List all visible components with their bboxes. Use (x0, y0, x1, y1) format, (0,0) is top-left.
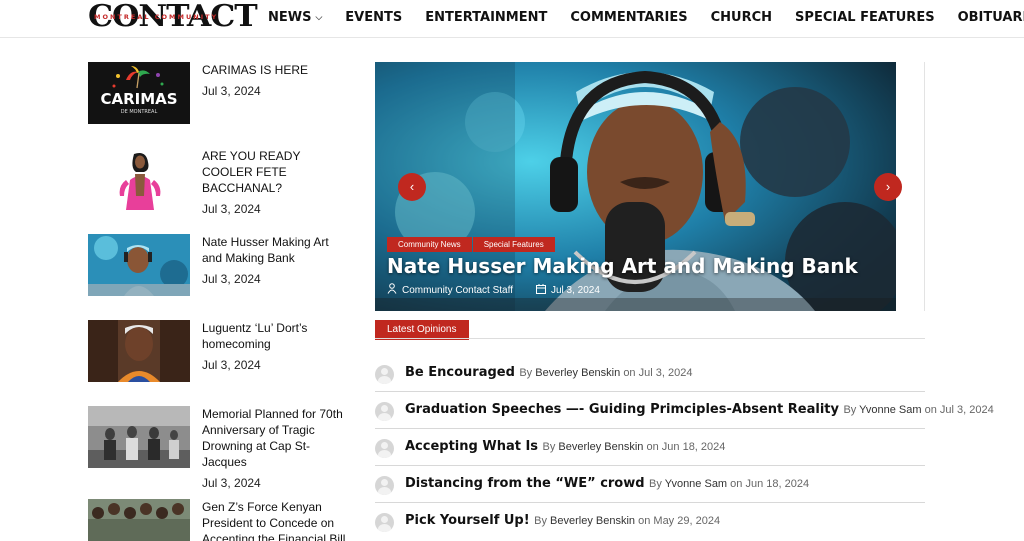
woman-pink-jacket-image (88, 148, 190, 210)
hero-title[interactable]: Nate Husser Making Art and Making Bank (387, 254, 858, 278)
kenya-protest-thumb-image (88, 499, 190, 541)
nav-special-features[interactable]: SPECIAL FEATURES (795, 9, 935, 27)
opinion-text: Accepting What Is By Beverley Benskin on… (405, 437, 725, 455)
article-date: Jul 3, 2024 (202, 202, 261, 216)
logo-tagline: MONTREAL COMMUNITY (94, 13, 219, 21)
nav-church[interactable]: CHURCH (711, 9, 772, 27)
article-title[interactable]: Gen Z’s Force Kenyan President to Conced… (202, 499, 352, 541)
avatar-icon (375, 513, 394, 532)
article-date: Jul 3, 2024 (202, 476, 261, 490)
latest-opinions-label: Latest Opinions (375, 320, 469, 340)
opinion-author[interactable]: Yvonne Sam (665, 478, 727, 490)
opinion-title[interactable]: Accepting What Is (405, 439, 538, 454)
article-text: Gen Z’s Force Kenyan President to Conced… (202, 499, 352, 541)
nav-commentaries[interactable]: COMMENTARIES (570, 9, 687, 27)
hero-meta: Community Contact Staff Jul 3, 2024 (387, 283, 600, 297)
opinion-text: Be Encouraged By Beverley Benskin on Jul… (405, 363, 692, 381)
lu-dort-thumb-image (88, 320, 190, 382)
thumb-logo-text: CARIMAS (100, 90, 177, 108)
section-divider (375, 338, 925, 339)
opinion-row[interactable]: Accepting What Is By Beverley Benskin on… (375, 429, 925, 466)
site-header: CONTACT MONTREAL COMMUNITY NEWS ⌵ EVENTS … (0, 0, 1024, 38)
avatar-icon (375, 439, 394, 458)
opinion-text: Pick Yourself Up! By Beverley Benskin on… (405, 511, 720, 529)
thumb-logo-subtext: DE MONTREAL (121, 109, 158, 115)
opinion-meta: By Beverley Benskin on Jun 18, 2024 (542, 441, 726, 453)
article-text: ARE YOU READY COOLER FETE BACCHANAL? Jul… (202, 148, 352, 216)
article-thumbnail[interactable] (88, 320, 190, 382)
article-title[interactable]: Nate Husser Making Art and Making Bank (202, 234, 352, 266)
article-thumbnail[interactable] (88, 499, 190, 541)
opinion-date: Jun 18, 2024 (745, 478, 810, 490)
opinion-row[interactable]: Pick Yourself Up! By Beverley Benskin on… (375, 503, 925, 540)
opinion-row[interactable]: Be Encouraged By Beverley Benskin on Jul… (375, 355, 925, 392)
nav-obituaries[interactable]: OBITUARIES (958, 9, 1024, 27)
site-logo[interactable]: CONTACT MONTREAL COMMUNITY (88, 0, 258, 34)
opinion-meta: By Yvonne Sam on Jun 18, 2024 (649, 478, 810, 490)
opinion-date: May 29, 2024 (653, 515, 721, 527)
chevron-right-icon: › (885, 179, 891, 194)
opinion-meta: By Beverley Benskin on Jul 3, 2024 (519, 367, 693, 379)
hero-author[interactable]: Community Contact Staff (402, 285, 513, 296)
opinion-date: Jul 3, 2024 (939, 404, 994, 416)
tag-special-features[interactable]: Special Features (472, 237, 555, 252)
article-title[interactable]: Memorial Planned for 70th Anniversary of… (202, 406, 352, 470)
article-thumbnail[interactable] (88, 406, 190, 468)
nav-entertainment[interactable]: ENTERTAINMENT (425, 9, 547, 27)
user-icon (387, 283, 397, 297)
opinion-text: Distancing from the “WE” crowd By Yvonne… (405, 474, 809, 492)
nav-news[interactable]: NEWS ⌵ (268, 9, 322, 27)
article-text: Memorial Planned for 70th Anniversary of… (202, 406, 352, 490)
opinion-author[interactable]: Beverley Benskin (550, 515, 635, 527)
opinion-date: Jun 18, 2024 (661, 441, 726, 453)
chevron-left-icon: ‹ (409, 179, 415, 194)
avatar-icon (375, 476, 394, 495)
article-title[interactable]: Luguentz ‘Lu’ Dort’s homecoming (202, 320, 352, 352)
slider-prev-button[interactable]: ‹ (398, 173, 426, 201)
article-title[interactable]: CARIMAS IS HERE (202, 62, 352, 78)
avatar-icon (375, 365, 394, 384)
article-date: Jul 3, 2024 (202, 358, 261, 372)
opinion-title[interactable]: Be Encouraged (405, 365, 515, 380)
article-title[interactable]: ARE YOU READY COOLER FETE BACCHANAL? (202, 148, 352, 196)
article-text: Luguentz ‘Lu’ Dort’s homecoming Jul 3, 2… (202, 320, 352, 372)
opinion-row[interactable]: Graduation Speeches —- Guiding Primciple… (375, 392, 994, 429)
vintage-photo-thumb-image (88, 406, 190, 468)
opinion-meta: By Beverley Benskin on May 29, 2024 (534, 515, 721, 527)
slider-next-button[interactable]: › (874, 173, 902, 201)
article-date: Jul 3, 2024 (202, 84, 261, 98)
opinion-date: Jul 3, 2024 (638, 367, 693, 379)
opinion-title[interactable]: Distancing from the “WE” crowd (405, 476, 645, 491)
article-thumbnail[interactable] (88, 148, 190, 210)
article-text: Nate Husser Making Art and Making Bank J… (202, 234, 352, 286)
nav-events[interactable]: EVENTS (345, 9, 402, 27)
nate-husser-thumb-image (88, 234, 190, 296)
article-date: Jul 3, 2024 (202, 272, 261, 286)
article-thumbnail[interactable]: CARIMAS DE MONTREAL (88, 62, 190, 124)
opinion-title[interactable]: Graduation Speeches —- Guiding Primciple… (405, 402, 839, 417)
calendar-icon (535, 283, 546, 297)
carimas-logo-image: CARIMAS DE MONTREAL (88, 62, 190, 124)
opinion-meta: By Yvonne Sam on Jul 3, 2024 (843, 404, 994, 416)
main-nav: NEWS ⌵ EVENTS ENTERTAINMENT COMMENTARIES … (268, 9, 1024, 27)
chevron-down-icon: ⌵ (315, 13, 323, 23)
hero-tags: Community News Special Features (387, 237, 556, 252)
tag-community-news[interactable]: Community News (387, 237, 472, 252)
nav-news-label: NEWS (268, 10, 312, 25)
opinion-text: Graduation Speeches —- Guiding Primciple… (405, 400, 994, 418)
opinion-author[interactable]: Yvonne Sam (859, 404, 921, 416)
avatar-icon (375, 402, 394, 421)
article-text: CARIMAS IS HERE Jul 3, 2024 (202, 62, 352, 98)
opinion-author[interactable]: Beverley Benskin (535, 367, 620, 379)
hero-divider (924, 62, 925, 311)
opinion-title[interactable]: Pick Yourself Up! (405, 513, 530, 528)
opinion-author[interactable]: Beverley Benskin (558, 441, 643, 453)
hero-date: Jul 3, 2024 (550, 284, 600, 296)
opinion-row[interactable]: Distancing from the “WE” crowd By Yvonne… (375, 466, 925, 503)
article-thumbnail[interactable] (88, 234, 190, 296)
